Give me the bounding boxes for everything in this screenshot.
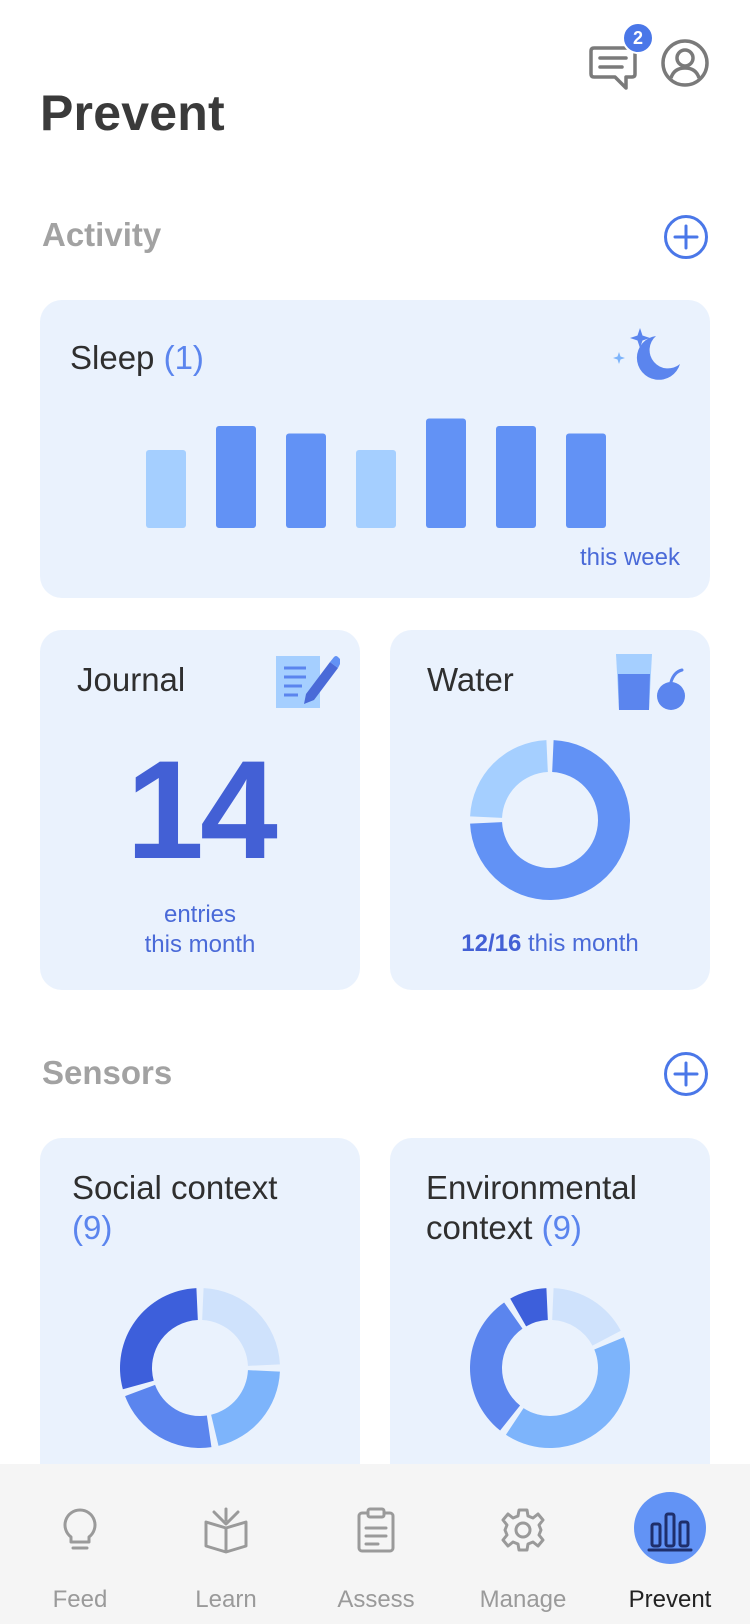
- social-context-donut: [119, 1288, 280, 1448]
- bottom-tab-bar: Feed Learn Assess Manage Prevent: [0, 1464, 750, 1624]
- social-context-label: Social context: [72, 1169, 278, 1206]
- tab-learn[interactable]: Learn: [151, 1464, 301, 1624]
- tab-prevent[interactable]: Prevent: [595, 1464, 745, 1624]
- plus-circle-icon: [664, 1052, 708, 1096]
- book-icon: [204, 1507, 248, 1554]
- water-ring-segment: [470, 740, 548, 818]
- bar-chart-icon: [647, 1512, 693, 1552]
- journal-subtitle: entries this month: [40, 900, 360, 960]
- sleep-bar: [286, 433, 326, 528]
- environmental-context-title: Environmental context (9): [426, 1168, 637, 1248]
- tab-manage[interactable]: Manage: [448, 1464, 598, 1624]
- add-activity-button[interactable]: [663, 214, 709, 260]
- lightbulb-icon: [63, 1508, 97, 1550]
- social-donut-segment: [119, 1288, 198, 1390]
- sleep-bar: [146, 450, 186, 528]
- environmental-label-line1: Environmental: [426, 1169, 637, 1206]
- profile-button[interactable]: [660, 38, 710, 88]
- clipboard-icon: [357, 1507, 395, 1553]
- tab-manage-label: Manage: [479, 1586, 567, 1613]
- environmental-donut-segment: [505, 1337, 630, 1448]
- journal-card[interactable]: Journal 14 entries this month: [40, 630, 360, 990]
- journal-sub-line1: entries: [163, 901, 237, 928]
- header: Prevent 2: [0, 0, 750, 160]
- sensors-section-title: Sensors: [42, 1054, 173, 1091]
- profile-icon: [661, 39, 709, 87]
- environmental-label-context: context: [426, 1209, 533, 1246]
- journal-pen-icon: [276, 656, 340, 708]
- page-title: Prevent: [40, 85, 225, 141]
- water-card[interactable]: Water 12/16 this month: [390, 630, 710, 990]
- tab-assess[interactable]: Assess: [301, 1464, 451, 1624]
- sleep-bar: [356, 450, 396, 528]
- water-label: Water: [427, 661, 514, 698]
- message-count-badge: 2: [622, 22, 654, 54]
- tab-feed[interactable]: Feed: [5, 1464, 155, 1624]
- environmental-donut-segment: [552, 1288, 621, 1346]
- journal-sub-line2: this month: [144, 931, 256, 958]
- water-done: 12/16: [461, 930, 522, 957]
- environmental-donut-segment: [470, 1302, 523, 1431]
- journal-label: Journal: [77, 661, 186, 698]
- glass-fruit-icon: [616, 654, 685, 710]
- tab-learn-label: Learn: [195, 1586, 257, 1613]
- sleep-bar: [496, 426, 536, 528]
- social-context-title: Social context (9): [72, 1168, 277, 1248]
- activity-section-title: Activity: [42, 216, 162, 253]
- water-period: this month: [521, 930, 639, 957]
- tab-prevent-label: Prevent: [628, 1586, 712, 1613]
- social-context-count: (9): [72, 1209, 113, 1246]
- environmental-context-count: (9): [541, 1209, 582, 1246]
- tab-feed-label: Feed: [52, 1586, 108, 1613]
- sleep-card[interactable]: Sleep (1) this week: [40, 300, 710, 598]
- tab-assess-label: Assess: [337, 1586, 415, 1613]
- environmental-label-line2: context (9): [426, 1208, 637, 1248]
- social-donut-segment: [125, 1384, 212, 1448]
- journal-count: 14: [126, 731, 278, 888]
- plus-circle-icon: [664, 215, 708, 259]
- sleep-bar: [566, 433, 606, 528]
- sleep-period-label: this week: [579, 544, 680, 571]
- gear-icon: [501, 1508, 545, 1552]
- environmental-context-donut: [470, 1288, 630, 1448]
- social-donut-segment: [211, 1370, 280, 1446]
- social-donut-segment: [202, 1288, 280, 1366]
- sleep-bar: [426, 418, 466, 528]
- water-subtitle: 12/16 this month: [390, 930, 710, 958]
- sleep-bar: [216, 426, 256, 528]
- water-progress-ring: [470, 740, 630, 900]
- add-sensor-button[interactable]: [663, 1051, 709, 1097]
